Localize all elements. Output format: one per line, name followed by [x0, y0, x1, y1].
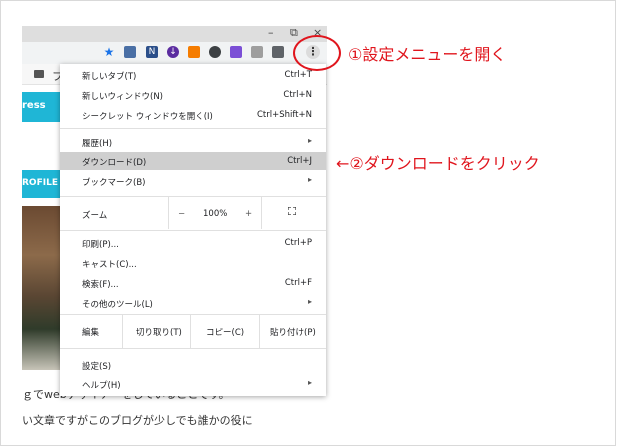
- menu-label: 印刷(P)...: [82, 240, 119, 250]
- menu-item-incognito[interactable]: シークレット ウィンドウを開く(I) Ctrl+Shift+N: [60, 106, 326, 124]
- folder-icon[interactable]: [34, 70, 44, 78]
- menu-label: 履歴(H): [82, 139, 113, 149]
- menu-shortcut: Ctrl+Shift+N: [256, 110, 312, 120]
- menu-shortcut: Ctrl+N: [283, 90, 312, 100]
- submenu-arrow-icon: ▸: [307, 136, 312, 145]
- edit-divider: [190, 314, 191, 348]
- profile-text: ROFILE: [22, 178, 58, 188]
- grey-extension-icon[interactable]: [251, 46, 263, 58]
- download-extension-icon[interactable]: ↓: [167, 46, 179, 58]
- paste-button[interactable]: 貼り付け(P): [270, 326, 316, 338]
- menu-item-find[interactable]: 検索(F)... Ctrl+F: [60, 274, 326, 292]
- menu-label: 検索(F)...: [82, 280, 119, 290]
- menu-shortcut: Ctrl+T: [284, 70, 312, 80]
- zoom-divider: [261, 197, 262, 229]
- highlight-circle: [293, 35, 341, 71]
- menu-item-bookmarks[interactable]: ブックマーク(B) ▸: [60, 172, 326, 190]
- edit-divider: [122, 314, 123, 348]
- star-icon[interactable]: ★: [103, 46, 115, 58]
- menu-label: シークレット ウィンドウを開く(I): [82, 112, 213, 122]
- zoom-divider: [168, 197, 169, 229]
- restore-button[interactable]: ⧉: [290, 26, 298, 40]
- banner-text: ress: [22, 100, 46, 111]
- submenu-arrow-icon: ▸: [307, 175, 312, 184]
- fullscreen-icon[interactable]: [288, 207, 296, 215]
- screenshot-icon[interactable]: [124, 46, 136, 58]
- menu-item-settings[interactable]: 設定(S): [60, 356, 326, 374]
- menu-shortcut: Ctrl+F: [284, 278, 312, 288]
- menu-separator: [60, 230, 326, 231]
- cut-button[interactable]: 切り取り(T): [136, 326, 182, 338]
- edit-label: 編集: [82, 328, 100, 338]
- menu-item-cast[interactable]: キャスト(C)...: [60, 254, 326, 272]
- menu-label: ブックマーク(B): [82, 178, 146, 188]
- menu-shortcut: Ctrl+J: [287, 156, 312, 166]
- chat-extension-icon[interactable]: [209, 46, 221, 58]
- title-bar: [22, 26, 327, 42]
- menu-label: 設定(S): [82, 362, 112, 372]
- n-extension-icon[interactable]: N: [146, 46, 158, 58]
- menu-label: その他のツール(L): [82, 300, 153, 310]
- menu-separator: [60, 348, 326, 349]
- menu-separator: [60, 128, 326, 129]
- menu-item-new-window[interactable]: 新しいウィンドウ(N) Ctrl+N: [60, 86, 326, 104]
- menu-item-more-tools[interactable]: その他のツール(L) ▸: [60, 294, 326, 312]
- edit-divider: [259, 314, 260, 348]
- menu-item-help[interactable]: ヘルプ(H) ▸: [60, 375, 326, 393]
- menu-separator: [60, 196, 326, 197]
- zoom-value: 100%: [203, 209, 228, 219]
- minimize-button[interactable]: –: [268, 26, 274, 40]
- page-paragraph-2: い文章ですがこのブログが少しでも誰かの役に: [22, 414, 253, 427]
- chrome-menu: 新しいタブ(T) Ctrl+T 新しいウィンドウ(N) Ctrl+N シークレッ…: [60, 64, 326, 396]
- menu-item-new-tab[interactable]: 新しいタブ(T) Ctrl+T: [60, 66, 326, 84]
- zoom-out-button[interactable]: −: [178, 209, 185, 219]
- edit-row: 編集 切り取り(T) コピー(C) 貼り付け(P): [60, 314, 326, 348]
- menu-label: ヘルプ(H): [82, 381, 121, 391]
- menu-item-history[interactable]: 履歴(H) ▸: [60, 133, 326, 151]
- zoom-label: ズーム: [82, 211, 108, 221]
- profile-photo: [22, 206, 60, 370]
- menu-label: 新しいタブ(T): [82, 72, 137, 82]
- menu-shortcut: Ctrl+P: [284, 238, 312, 248]
- puzzle-icon[interactable]: [272, 46, 284, 58]
- annotation-step-1: ①設定メニューを開く: [348, 45, 507, 64]
- annotation-step-2: ←②ダウンロードをクリック: [336, 154, 540, 173]
- orange-extension-icon[interactable]: [188, 46, 200, 58]
- menu-label: キャスト(C)...: [82, 260, 137, 270]
- menu-label: 新しいウィンドウ(N): [82, 92, 163, 102]
- menu-item-print[interactable]: 印刷(P)... Ctrl+P: [60, 234, 326, 252]
- copy-button[interactable]: コピー(C): [206, 326, 244, 338]
- menu-label: ダウンロード(D): [82, 158, 147, 168]
- submenu-arrow-icon: ▸: [307, 378, 312, 387]
- menu-item-downloads[interactable]: ダウンロード(D) Ctrl+J: [60, 152, 326, 170]
- zoom-in-button[interactable]: +: [245, 209, 252, 219]
- purple-extension-icon[interactable]: [230, 46, 242, 58]
- submenu-arrow-icon: ▸: [307, 297, 312, 306]
